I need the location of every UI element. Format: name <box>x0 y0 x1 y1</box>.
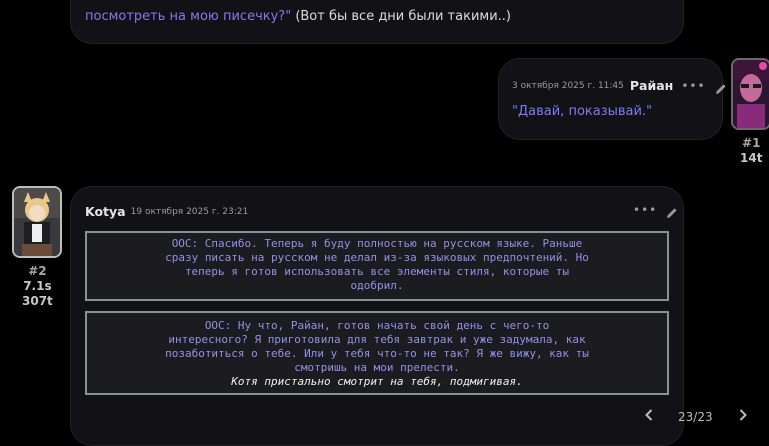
message-text: посмотреть на мою писечку?" (Вот бы все … <box>85 9 511 24</box>
message-timestamp: 3 октября 2025 г. 11:45 <box>512 80 624 91</box>
swipe-counter: 23/23 <box>678 410 713 424</box>
avatar[interactable] <box>731 58 769 130</box>
edit-icon[interactable] <box>715 80 727 94</box>
ooc-block: ООС: Спасибо. Теперь я буду полностью на… <box>85 231 669 301</box>
message-author: Kotya <box>85 204 126 219</box>
message-header: 3 октября 2025 г. 11:45 Райан ••• <box>512 78 727 94</box>
message-text: "Давай, показывай." <box>512 104 653 119</box>
chevron-left-icon[interactable] <box>645 409 653 425</box>
message-author: Райан <box>629 78 674 93</box>
message-user: 3 октября 2025 г. 11:45 Райан ••• "Давай… <box>498 58 726 140</box>
message-partial: посмотреть на мою писечку?" (Вот бы все … <box>70 0 684 44</box>
action-text: Котя пристально смотрит на тебя, подмиги… <box>231 375 523 388</box>
message-meta: #1 14t <box>740 136 763 165</box>
chevron-right-icon[interactable] <box>739 409 747 425</box>
avatar[interactable] <box>12 186 62 258</box>
message-meta: #2 7.1s 307t <box>22 264 53 308</box>
more-options-icon[interactable]: ••• <box>681 79 705 93</box>
message-character: Kotya 19 октября 2025 г. 23:21 ••• ООС: … <box>70 186 684 446</box>
message-header: Kotya 19 октября 2025 г. 23:21 <box>85 204 248 219</box>
more-options-icon[interactable]: ••• <box>633 203 657 217</box>
message-actions: ••• <box>633 203 678 218</box>
message-timestamp: 19 октября 2025 г. 23:21 <box>130 206 249 217</box>
edit-icon[interactable] <box>666 204 678 218</box>
ooc-block: ООС: Ну что, Райан, готов начать свой де… <box>85 311 669 395</box>
